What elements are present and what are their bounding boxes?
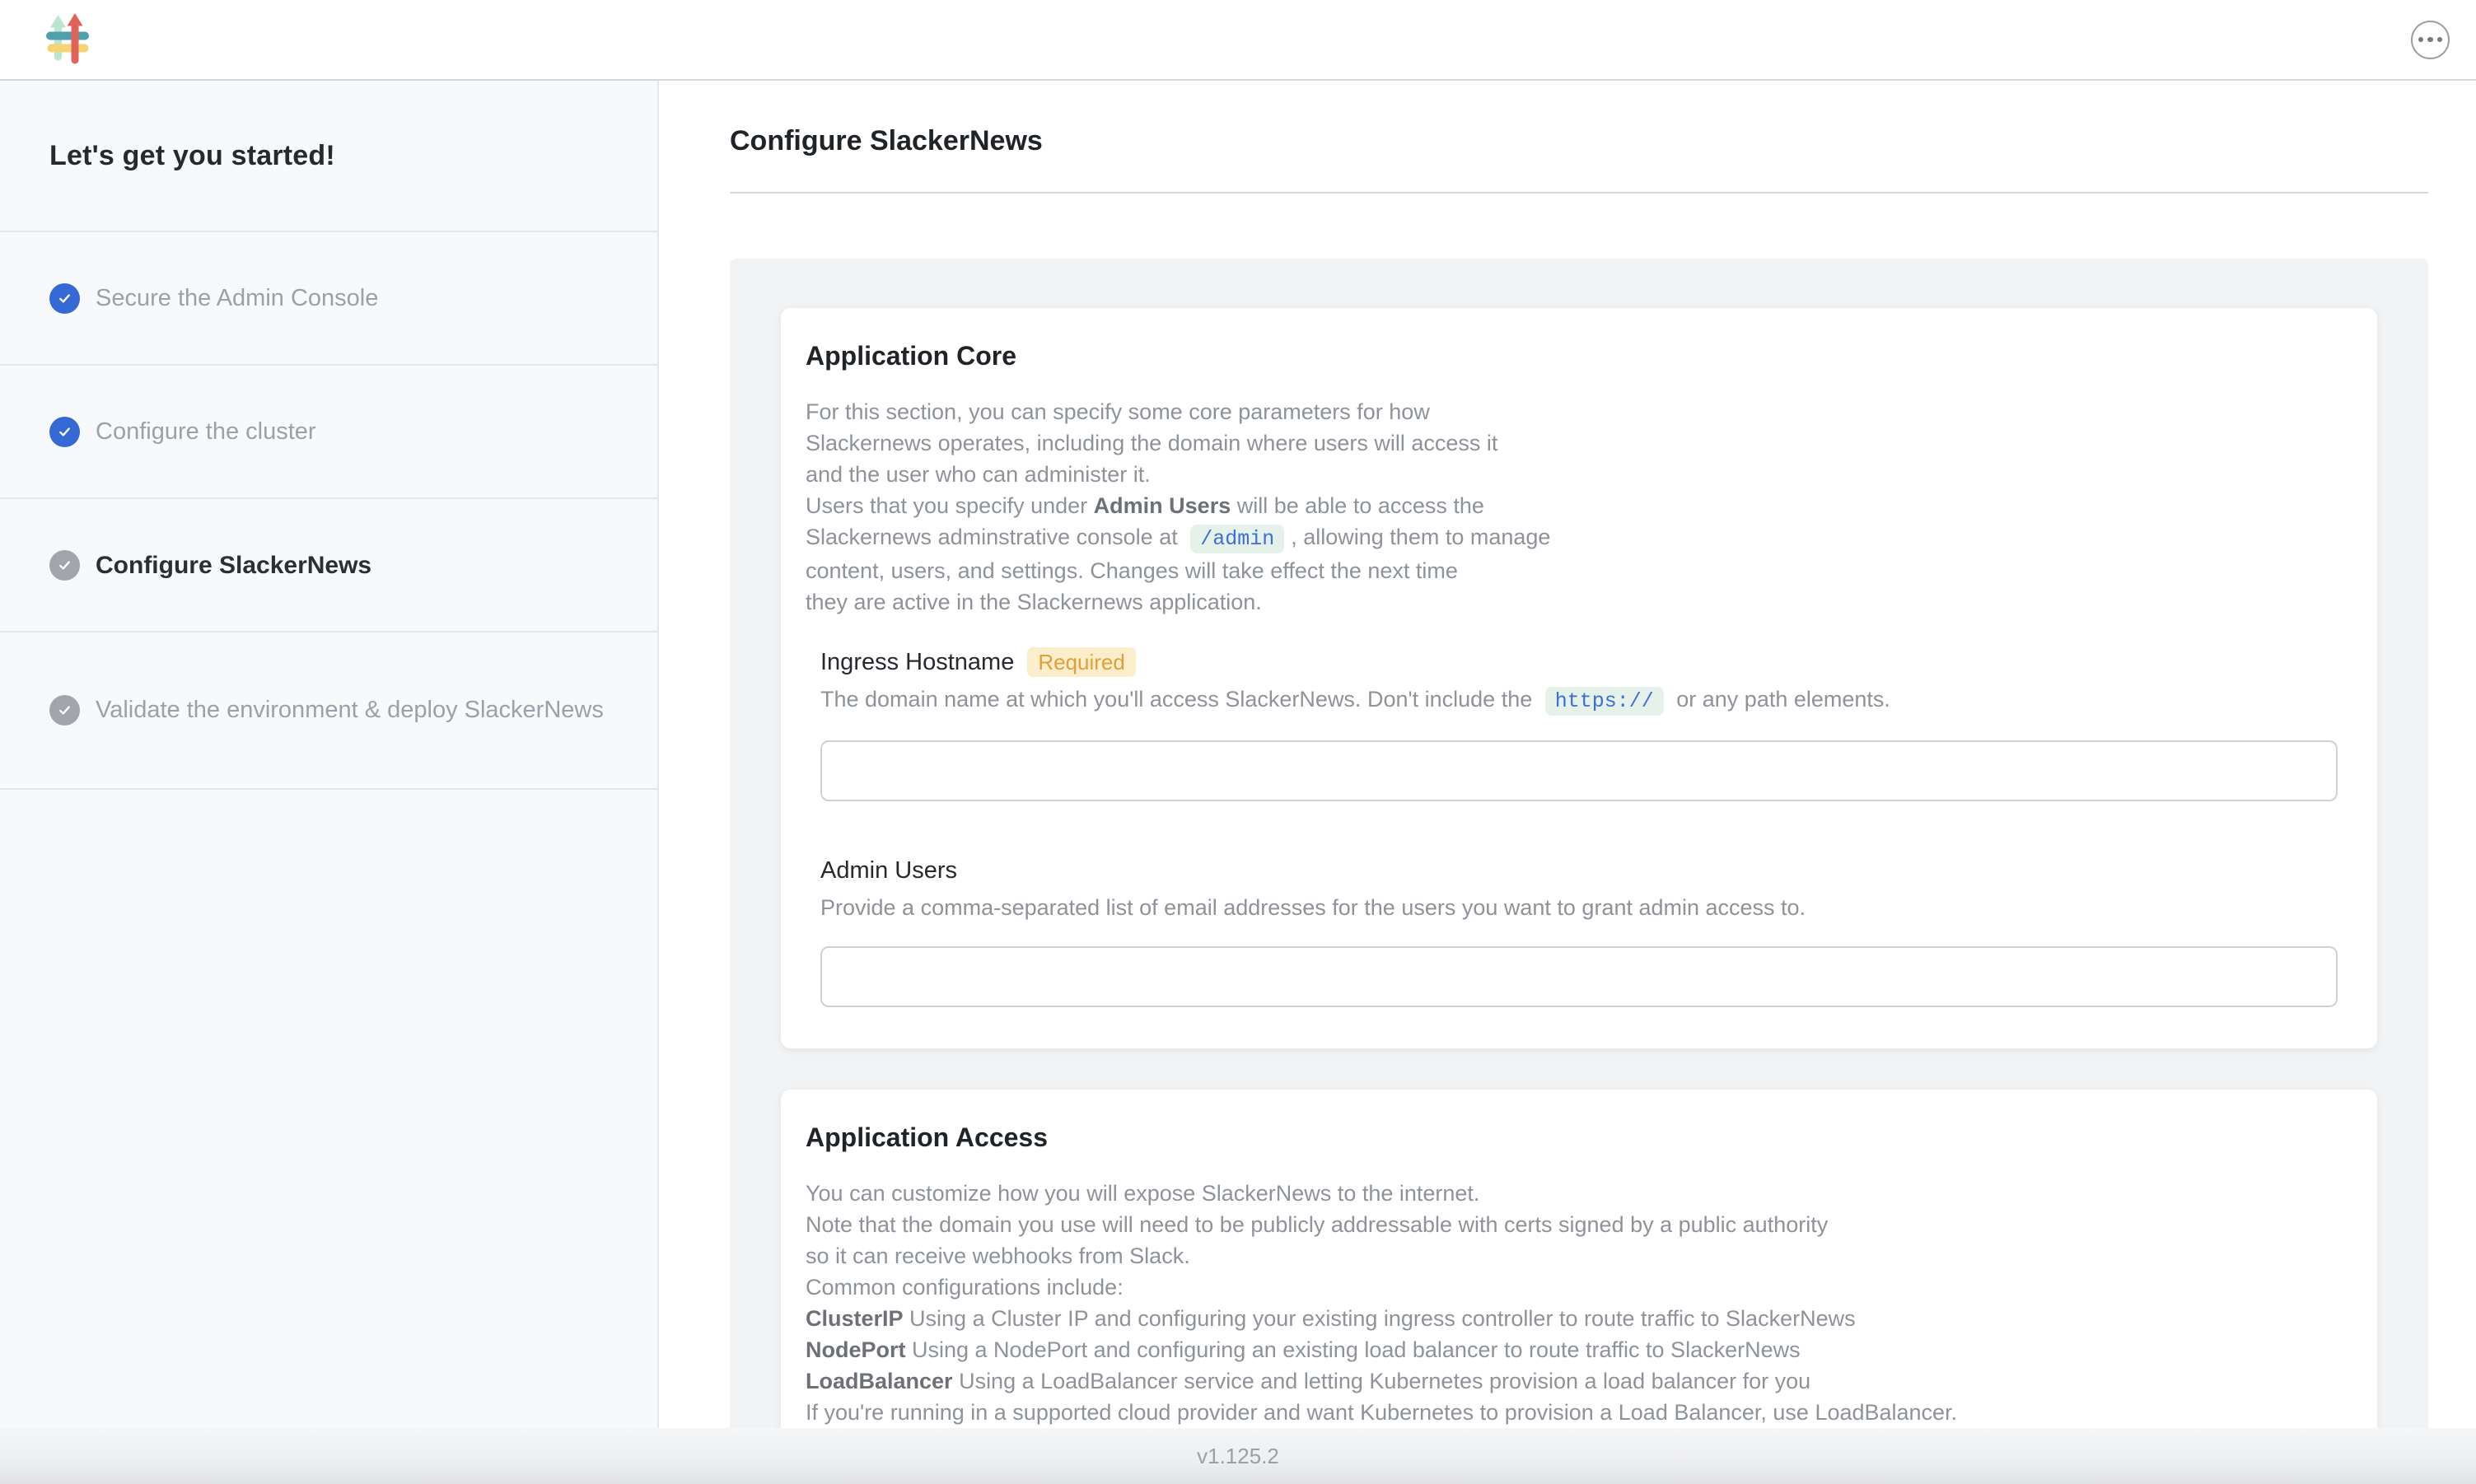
top-header xyxy=(0,0,2476,81)
main-content: Configure SlackerNews Application Core F… xyxy=(659,81,2476,1428)
main-layout: Let's get you started! Secure the Admin … xyxy=(0,81,2476,1428)
footer-bar: v1.125.2 xyxy=(0,1428,2476,1484)
field-label: Admin Users xyxy=(820,857,957,884)
step-label: Configure SlackerNews xyxy=(96,550,371,581)
ingress-hostname-input[interactable] xyxy=(820,740,2338,801)
field-help-text: Provide a comma-separated list of email … xyxy=(820,892,2338,923)
ellipsis-icon xyxy=(2418,37,2424,43)
sidebar-title: Let's get you started! xyxy=(49,140,335,172)
card-title: Application Access xyxy=(806,1122,2338,1153)
card-application-core: Application Core For this section, you c… xyxy=(781,308,2377,1048)
step-label: Validate the environment & deploy Slacke… xyxy=(96,695,604,726)
field-label: Ingress Hostname xyxy=(820,649,1014,676)
title-divider xyxy=(730,192,2428,194)
sidebar-header: Let's get you started! xyxy=(0,81,657,232)
field-admin-users: Admin Users Provide a comma-separated li… xyxy=(820,856,2338,1007)
sidebar-step-configure-slackernews[interactable]: Configure SlackerNews xyxy=(0,499,657,632)
inline-code-chip: https:// xyxy=(1545,687,1664,716)
check-circle-icon xyxy=(49,695,80,726)
admin-users-input[interactable] xyxy=(820,946,2338,1007)
card-title: Application Core xyxy=(806,341,2338,371)
application-core-description: For this section, you can specify some c… xyxy=(806,396,2338,618)
check-circle-icon xyxy=(49,417,80,447)
step-label: Secure the Admin Console xyxy=(96,283,378,314)
check-circle-icon xyxy=(49,283,80,314)
config-panel: Application Core For this section, you c… xyxy=(730,259,2428,1428)
sidebar-step-configure-cluster[interactable]: Configure the cluster xyxy=(0,366,657,499)
sidebar-step-validate-deploy[interactable]: Validate the environment & deploy Slacke… xyxy=(0,632,657,790)
step-label: Configure the cluster xyxy=(96,417,316,447)
field-help-text: The domain name at which you'll access S… xyxy=(820,684,2338,717)
required-badge: Required xyxy=(1027,647,1136,677)
more-menu-button[interactable] xyxy=(2411,21,2450,59)
slackernews-logo-icon xyxy=(45,12,90,67)
inline-code-chip: /admin xyxy=(1190,525,1284,553)
application-access-description: You can customize how you will expose Sl… xyxy=(806,1178,2338,1428)
card-application-access: Application Access You can customize how… xyxy=(781,1090,2377,1428)
version-text: v1.125.2 xyxy=(1197,1444,1279,1469)
setup-steps-sidebar: Let's get you started! Secure the Admin … xyxy=(0,81,659,1428)
check-circle-icon xyxy=(49,550,80,581)
field-ingress-hostname: Ingress Hostname Required The domain nam… xyxy=(820,647,2338,801)
sidebar-step-secure-admin-console[interactable]: Secure the Admin Console xyxy=(0,232,657,366)
page-title: Configure SlackerNews xyxy=(730,125,2428,157)
